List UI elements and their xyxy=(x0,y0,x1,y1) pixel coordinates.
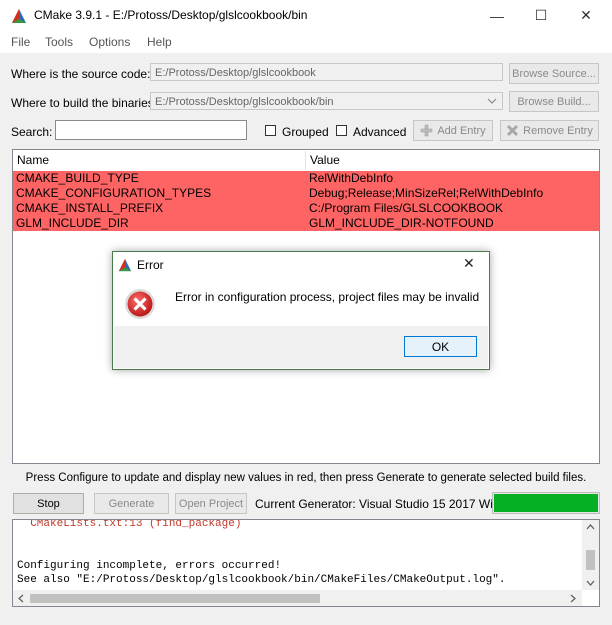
search-label: Search: xyxy=(11,125,53,139)
remove-entry-label: Remove Entry xyxy=(523,124,593,137)
advanced-checkbox[interactable] xyxy=(336,125,347,136)
source-field[interactable]: E:/Protoss/Desktop/glslcookbook xyxy=(150,63,503,81)
build-value: E:/Protoss/Desktop/glslcookbook/bin xyxy=(155,96,334,108)
row-name: CMAKE_BUILD_TYPE xyxy=(16,171,139,185)
vertical-scrollbar[interactable] xyxy=(582,520,599,590)
error-icon xyxy=(125,289,155,319)
menu-options[interactable]: Options xyxy=(89,35,130,49)
log-line: See also "E:/Protoss/Desktop/glslcookboo… xyxy=(17,574,506,586)
minimize-icon: — xyxy=(490,7,504,24)
log-line: CMakeLists.txt:13 (find_package) xyxy=(17,519,242,530)
open-project-button[interactable]: Open Project xyxy=(175,493,247,514)
row-value: Debug;Release;MinSizeRel;RelWithDebInfo xyxy=(309,186,544,200)
scroll-up-icon[interactable] xyxy=(586,524,595,530)
column-divider[interactable] xyxy=(305,151,306,170)
row-value: RelWithDebInfo xyxy=(309,171,394,185)
header-name[interactable]: Name xyxy=(17,150,49,170)
menu-help[interactable]: Help xyxy=(147,35,172,49)
ok-button[interactable]: OK xyxy=(404,336,477,357)
error-dialog: Error ✕ Error in configuration process, … xyxy=(112,251,490,370)
add-entry-button[interactable]: Add Entry xyxy=(413,120,493,141)
progress-bar xyxy=(492,492,600,514)
browse-source-button[interactable]: Browse Source... xyxy=(509,63,599,84)
row-value: GLM_INCLUDE_DIR-NOTFOUND xyxy=(309,216,494,230)
menu-file[interactable]: File xyxy=(11,35,30,49)
advanced-label: Advanced xyxy=(353,125,407,139)
row-name: CMAKE_CONFIGURATION_TYPES xyxy=(16,186,212,200)
progress-fill xyxy=(494,494,598,512)
close-icon: ✕ xyxy=(580,7,592,23)
search-input[interactable] xyxy=(55,120,247,140)
row-name: CMAKE_INSTALL_PREFIX xyxy=(16,201,164,215)
remove-entry-button[interactable]: Remove Entry xyxy=(500,120,599,141)
header-value[interactable]: Value xyxy=(310,150,340,170)
add-icon xyxy=(421,124,433,137)
dialog-close-icon[interactable]: ✕ xyxy=(463,255,475,272)
row-name: GLM_INCLUDE_DIR xyxy=(16,216,129,230)
generate-button[interactable]: Generate xyxy=(94,493,169,514)
chevron-down-icon[interactable] xyxy=(487,97,497,105)
scroll-right-icon[interactable] xyxy=(570,594,576,603)
row-value: C:/Program Files/GLSLCOOKBOOK xyxy=(309,201,504,215)
build-combobox[interactable]: E:/Protoss/Desktop/glslcookbook/bin xyxy=(150,92,503,110)
output-log[interactable]: CMakeLists.txt:13 (find_package) Configu… xyxy=(12,519,600,607)
log-lines: CMakeLists.txt:13 (find_package) Configu… xyxy=(17,519,506,587)
maximize-button[interactable]: ☐ xyxy=(518,0,564,31)
cmake-logo-icon xyxy=(12,9,26,23)
minimize-button[interactable]: — xyxy=(474,0,520,31)
grouped-checkbox[interactable] xyxy=(265,125,276,136)
source-label: Where is the source code: xyxy=(11,67,151,81)
dialog-message: Error in configuration process, project … xyxy=(175,290,480,304)
current-generator: Current Generator: Visual Studio 15 2017… xyxy=(255,497,513,511)
cmake-logo-icon xyxy=(118,258,132,272)
build-label: Where to build the binaries: xyxy=(11,96,158,110)
stop-button[interactable]: Stop xyxy=(13,493,84,514)
window-title: CMake 3.9.1 - E:/Protoss/Desktop/glslcoo… xyxy=(34,8,308,22)
horizontal-scroll-thumb[interactable] xyxy=(30,594,320,603)
scroll-down-icon[interactable] xyxy=(586,580,595,586)
maximize-icon: ☐ xyxy=(534,7,548,23)
horizontal-scrollbar[interactable] xyxy=(13,590,582,606)
add-entry-label: Add Entry xyxy=(437,124,486,137)
remove-icon xyxy=(507,124,519,137)
log-line: Configuring incomplete, errors occurred! xyxy=(17,560,282,572)
scroll-left-icon[interactable] xyxy=(18,594,24,603)
status-message: Press Configure to update and display ne… xyxy=(25,472,587,484)
menu-tools[interactable]: Tools xyxy=(45,35,73,49)
grouped-label: Grouped xyxy=(282,125,329,139)
close-button[interactable]: ✕ xyxy=(563,0,609,31)
vertical-scroll-thumb[interactable] xyxy=(586,550,595,570)
browse-build-button[interactable]: Browse Build... xyxy=(509,91,599,112)
dialog-title: Error xyxy=(137,258,164,272)
